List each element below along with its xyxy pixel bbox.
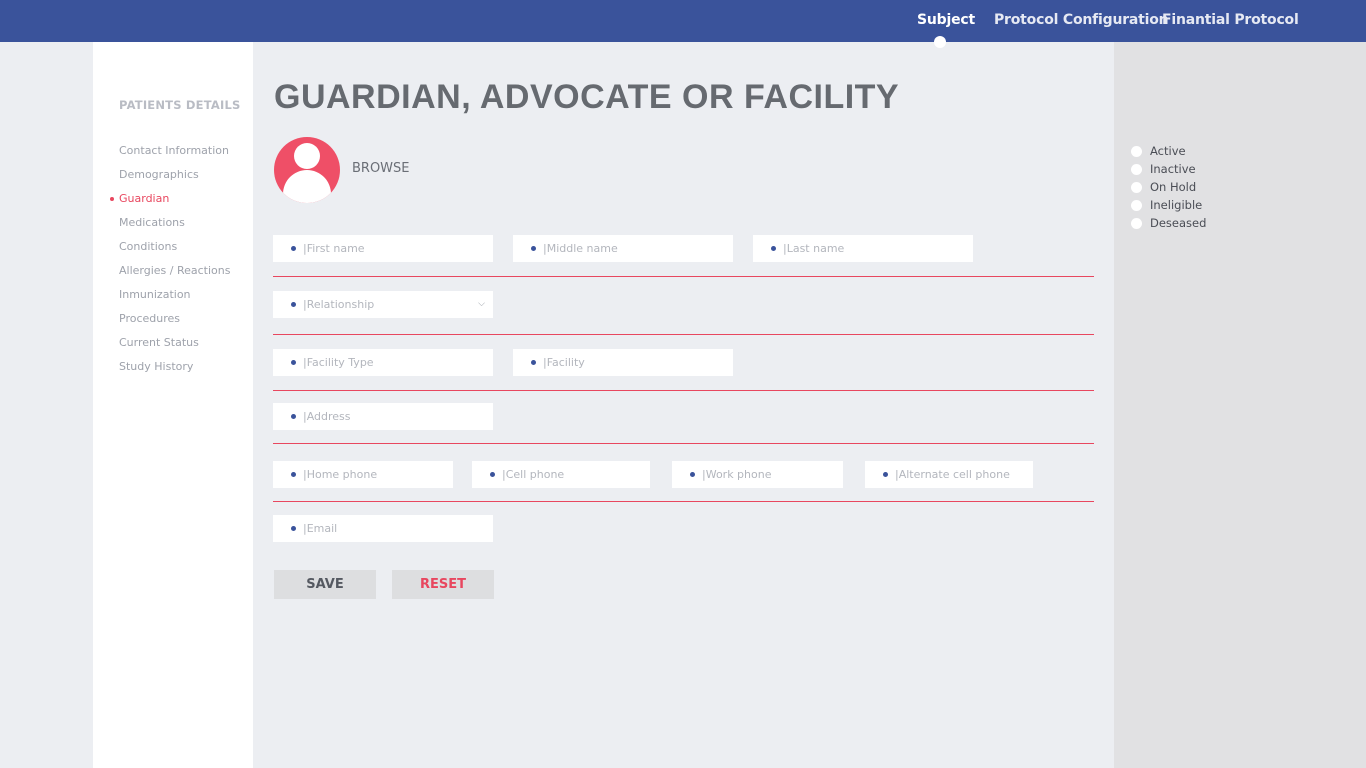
status-label: Deseased xyxy=(1150,216,1207,230)
field-marker-icon xyxy=(291,360,296,365)
field-marker-icon xyxy=(690,472,695,477)
sidebar-item-contact-information[interactable]: Contact Information xyxy=(119,144,229,157)
field-marker-icon xyxy=(490,472,495,477)
sidebar-item-label: Guardian xyxy=(119,192,170,205)
status-option-ineligible[interactable]: Ineligible xyxy=(1131,198,1202,212)
status-label: On Hold xyxy=(1150,180,1197,194)
field-marker-icon xyxy=(531,246,536,251)
sidebar-item-medications[interactable]: Medications xyxy=(119,216,185,229)
facility-input[interactable]: |Facility xyxy=(513,349,733,376)
nav-item-finantial-protocol[interactable]: Finantial Protocol xyxy=(1162,12,1299,28)
last-name-placeholder: |Last name xyxy=(783,242,845,255)
status-label: Inactive xyxy=(1150,162,1196,176)
field-marker-icon xyxy=(531,360,536,365)
top-nav-bar: Subject Protocol Configuration Finantial… xyxy=(0,0,1366,48)
radio-icon xyxy=(1131,199,1142,211)
status-label: Active xyxy=(1150,144,1186,158)
sidebar-item-study-history[interactable]: Study History xyxy=(119,360,193,373)
work-phone-input[interactable]: |Work phone xyxy=(672,461,843,488)
facility-placeholder: |Facility xyxy=(543,356,585,369)
user-icon-head xyxy=(294,143,320,169)
field-marker-icon xyxy=(291,472,296,477)
status-option-deseased[interactable]: Deseased xyxy=(1131,216,1206,230)
field-marker-icon xyxy=(291,526,296,531)
work-phone-placeholder: |Work phone xyxy=(702,468,772,481)
nav-item-subject[interactable]: Subject xyxy=(917,12,975,28)
section-divider xyxy=(273,334,1094,335)
section-divider xyxy=(273,443,1094,444)
middle-name-placeholder: |Middle name xyxy=(543,242,618,255)
user-icon-body xyxy=(283,170,331,203)
status-label: Ineligible xyxy=(1150,198,1203,212)
status-option-active[interactable]: Active xyxy=(1131,144,1186,158)
field-marker-icon xyxy=(291,414,296,419)
home-phone-placeholder: |Home phone xyxy=(303,468,378,481)
field-marker-icon xyxy=(883,472,888,477)
reset-button[interactable]: RESET xyxy=(392,570,494,599)
sidebar-title: PATIENTS DETAILS xyxy=(119,98,241,112)
status-option-inactive[interactable]: Inactive xyxy=(1131,162,1196,176)
home-phone-input[interactable]: |Home phone xyxy=(273,461,453,488)
browse-button[interactable]: BROWSE xyxy=(352,161,410,176)
facility-type-input[interactable]: |Facility Type xyxy=(273,349,493,376)
section-divider xyxy=(273,390,1094,391)
email-input[interactable]: |Email xyxy=(273,515,493,542)
field-marker-icon xyxy=(291,302,296,307)
radio-icon xyxy=(1131,181,1142,193)
active-bullet-icon xyxy=(110,197,114,201)
section-divider xyxy=(273,501,1094,502)
patient-details-sidebar: PATIENTS DETAILS Contact Information Dem… xyxy=(93,42,253,768)
radio-icon xyxy=(1131,163,1142,175)
status-panel: Active Inactive On Hold Ineligible Desea… xyxy=(1114,42,1366,768)
email-placeholder: |Email xyxy=(303,522,338,535)
field-marker-icon xyxy=(771,246,776,251)
radio-icon xyxy=(1131,217,1142,229)
field-marker-icon xyxy=(291,246,296,251)
alternate-cell-phone-placeholder: |Alternate cell phone xyxy=(895,468,1010,481)
page-title: GUARDIAN, ADVOCATE OR FACILITY xyxy=(274,78,900,116)
middle-name-input[interactable]: |Middle name xyxy=(513,235,733,262)
avatar-placeholder[interactable] xyxy=(274,137,340,203)
facility-type-placeholder: |Facility Type xyxy=(303,356,374,369)
sidebar-item-inmunization[interactable]: Inmunization xyxy=(119,288,191,301)
relationship-select[interactable]: |Relationship ⌵ xyxy=(273,291,493,318)
sidebar-item-conditions[interactable]: Conditions xyxy=(119,240,177,253)
section-divider xyxy=(273,276,1094,277)
save-button[interactable]: SAVE xyxy=(274,570,376,599)
address-input[interactable]: |Address xyxy=(273,403,493,430)
cell-phone-placeholder: |Cell phone xyxy=(502,468,565,481)
sidebar-item-demographics[interactable]: Demographics xyxy=(119,168,199,181)
cell-phone-input[interactable]: |Cell phone xyxy=(472,461,650,488)
active-nav-indicator xyxy=(934,36,946,48)
first-name-input[interactable]: |First name xyxy=(273,235,493,262)
status-option-on-hold[interactable]: On Hold xyxy=(1131,180,1196,194)
chevron-down-icon: ⌵ xyxy=(478,299,485,309)
last-name-input[interactable]: |Last name xyxy=(753,235,973,262)
alternate-cell-phone-input[interactable]: |Alternate cell phone xyxy=(865,461,1033,488)
sidebar-item-allergies-reactions[interactable]: Allergies / Reactions xyxy=(119,264,230,277)
sidebar-item-guardian[interactable]: Guardian xyxy=(110,192,170,205)
sidebar-item-procedures[interactable]: Procedures xyxy=(119,312,180,325)
first-name-placeholder: |First name xyxy=(303,242,365,255)
relationship-placeholder: |Relationship xyxy=(303,298,375,311)
nav-item-protocol-configuration[interactable]: Protocol Configuration xyxy=(994,12,1169,28)
address-placeholder: |Address xyxy=(303,410,351,423)
radio-icon xyxy=(1131,145,1142,157)
sidebar-item-current-status[interactable]: Current Status xyxy=(119,336,199,349)
